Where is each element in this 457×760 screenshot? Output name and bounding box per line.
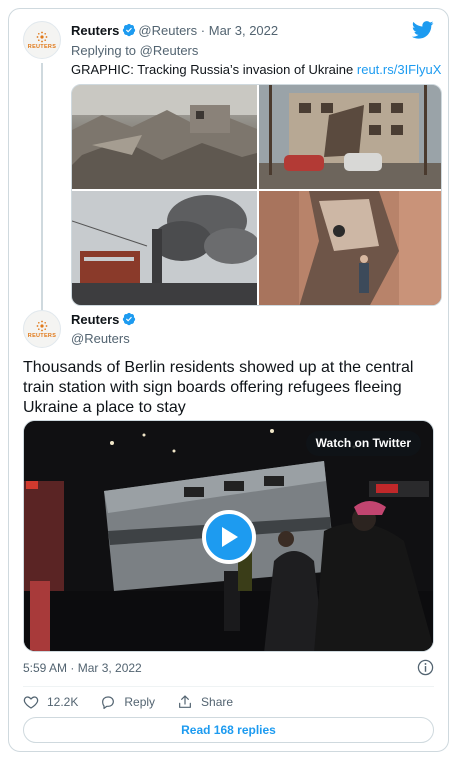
collapsed-building-illustration [259, 191, 441, 305]
verified-badge-icon [123, 312, 136, 326]
collapsed-building-photo[interactable] [259, 191, 441, 305]
play-button[interactable] [202, 510, 256, 564]
divider [23, 686, 434, 687]
reply-label: Reply [124, 695, 156, 709]
reply-button[interactable]: Reply [100, 694, 155, 710]
replying-to: Replying to @Reuters [71, 43, 198, 59]
play-icon [222, 527, 238, 547]
main-tweet-header: Reuters [71, 312, 138, 328]
author-handle[interactable]: @Reuters [71, 331, 130, 347]
verified-badge-icon [123, 23, 136, 37]
tweet-timestamp[interactable]: 5:59 AM · Mar 3, 2022 [23, 660, 142, 676]
like-count: 12.2K [47, 695, 79, 709]
tweet-date[interactable]: Mar 3, 2022 [209, 23, 278, 38]
replying-prefix: Replying to [71, 43, 137, 58]
author-handle[interactable]: @Reuters [138, 23, 197, 38]
parent-tweet-header: Reuters @Reuters · Mar 3, 2022 [71, 23, 278, 39]
smoke-illustration [72, 191, 257, 305]
info-icon[interactable] [417, 659, 434, 676]
smoke-over-city-photo[interactable] [72, 191, 257, 305]
thread-line [41, 63, 43, 311]
author-name[interactable]: Reuters [71, 312, 119, 327]
photo-grid [71, 84, 442, 306]
header-separator: · [200, 23, 206, 38]
heart-icon [23, 696, 39, 709]
tweet-link[interactable]: reut.rs/3IFlyuX [357, 62, 442, 77]
parent-tweet-body: GRAPHIC: Tracking Russia’s invasion of U… [71, 62, 354, 77]
share-icon [179, 695, 191, 708]
share-button[interactable]: Share [177, 694, 233, 710]
avatar[interactable]: REUTERS [23, 21, 61, 59]
like-button[interactable]: 12.2K [23, 694, 78, 710]
parent-tweet[interactable]: REUTERS Reuters @Reuters · Mar 3, 2022 Re… [23, 21, 442, 311]
avatar-wordmark: REUTERS [27, 332, 57, 339]
replying-handle[interactable]: @Reuters [140, 43, 199, 58]
share-label: Share [201, 695, 234, 709]
reply-icon [102, 696, 115, 709]
main-tweet-text: Thousands of Berlin residents showed up … [23, 359, 414, 416]
damaged-apartment-cars-photo[interactable] [259, 85, 441, 189]
avatar-wordmark: REUTERS [27, 43, 57, 50]
apartment-illustration [259, 85, 441, 189]
author-name[interactable]: Reuters [71, 23, 119, 38]
tweet-embed-card: REUTERS Reuters @Reuters · Mar 3, 2022 Re… [8, 8, 449, 752]
destroyed-houses-photo[interactable] [72, 85, 257, 189]
video-player[interactable]: Watch on Twitter [23, 420, 434, 652]
reuters-logo-icon [36, 320, 48, 331]
watch-on-twitter-button[interactable]: Watch on Twitter [305, 431, 421, 456]
reuters-logo-icon [36, 31, 48, 42]
main-avatar[interactable]: REUTERS [23, 310, 61, 348]
rubble-illustration [72, 85, 257, 189]
parent-tweet-text: GRAPHIC: Tracking Russia’s invasion of U… [71, 62, 441, 78]
action-bar: 12.2K Reply Share [23, 693, 255, 711]
read-replies-button[interactable]: Read 168 replies [23, 717, 434, 743]
